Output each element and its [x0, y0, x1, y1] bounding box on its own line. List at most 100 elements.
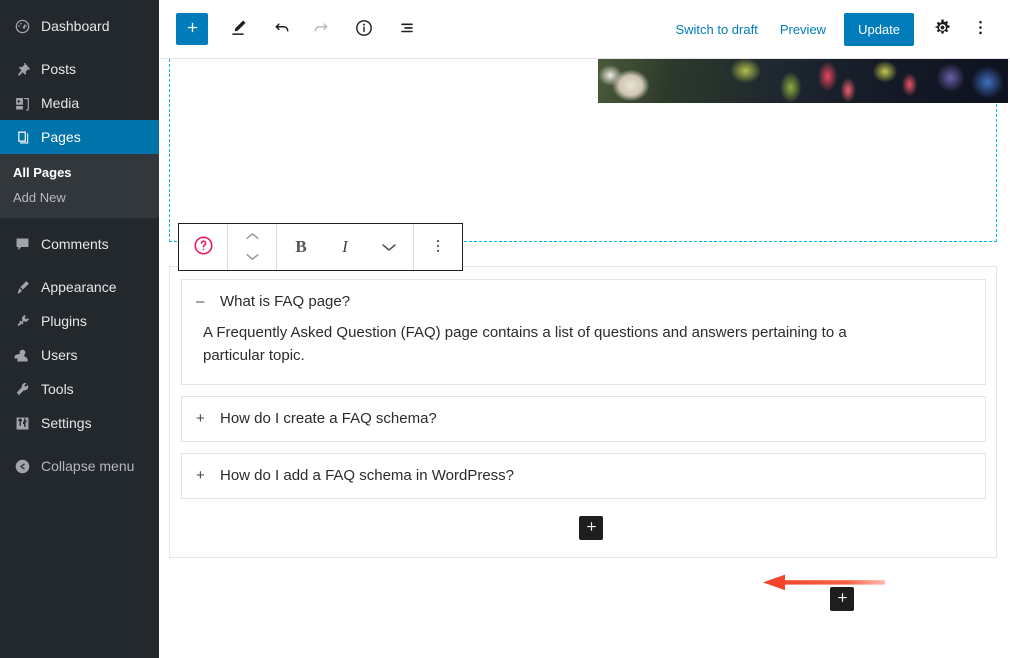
sidebar-spacer [0, 218, 159, 227]
sidebar-collapse-menu[interactable]: Collapse menu [0, 449, 159, 483]
sidebar-spacer [0, 261, 159, 270]
bold-icon: B [295, 237, 306, 257]
settings-gear-button[interactable] [924, 11, 960, 47]
sidebar-top-spacer [0, 0, 159, 9]
block-mover-group [228, 224, 277, 270]
appearance-brush-icon [12, 277, 32, 297]
more-formats-button[interactable] [365, 224, 413, 270]
faq-item[interactable]: + How do I add a FAQ schema in WordPress… [181, 453, 986, 499]
faq-toggle-minus-icon[interactable]: – [196, 293, 213, 311]
faq-item[interactable]: + How do I create a FAQ schema? [181, 396, 986, 442]
block-toolbar: B I [178, 223, 463, 271]
pages-submenu: All Pages Add New [0, 154, 159, 218]
sidebar-collapse-label: Collapse menu [41, 459, 134, 473]
canvas-block-appender-button[interactable] [830, 587, 854, 611]
sidebar-spacer [0, 43, 159, 52]
gear-icon [933, 18, 952, 40]
faq-question-row[interactable]: + How do I create a FAQ schema? [182, 397, 985, 441]
edit-pencil-icon [229, 18, 248, 40]
info-icon [354, 18, 374, 41]
sidebar-item-pages[interactable]: Pages [0, 120, 159, 154]
more-options-button[interactable] [962, 11, 998, 47]
pin-icon [12, 59, 32, 79]
block-mover-buttons[interactable] [228, 224, 276, 270]
editor-top-bar: Switch to draft Preview Update [159, 0, 1010, 59]
edit-pencil-button[interactable] [220, 11, 256, 47]
editor-main: Switch to draft Preview Update [159, 0, 1010, 658]
sidebar-item-appearance[interactable]: Appearance [0, 270, 159, 304]
faq-question-text: How do I add a FAQ schema in WordPress? [220, 467, 514, 485]
sidebar-item-comments[interactable]: Comments [0, 227, 159, 261]
chevron-up-icon[interactable] [245, 228, 260, 246]
text-format-group: B I [277, 224, 414, 270]
top-bar-right-actions: Switch to draft Preview Update [665, 11, 998, 47]
sidebar-item-plugins[interactable]: Plugins [0, 304, 159, 338]
plus-icon [184, 19, 201, 39]
faq-question-text: What is FAQ page? [220, 293, 350, 311]
faq-question-row[interactable]: – What is FAQ page? [182, 280, 985, 321]
block-options-button[interactable] [414, 224, 462, 270]
list-view-icon [398, 18, 418, 41]
nature-coral-image [598, 59, 1008, 103]
submenu-item-add-new[interactable]: Add New [0, 185, 159, 210]
more-options-vertical-icon [971, 18, 990, 40]
admin-sidebar: Dashboard Posts Media Pages All Pages Ad… [0, 0, 159, 658]
sidebar-item-label: Appearance [41, 280, 117, 294]
faq-toggle-plus-icon[interactable]: + [196, 467, 213, 485]
add-block-button[interactable] [176, 13, 208, 45]
undo-button[interactable] [264, 11, 300, 47]
block-type-button[interactable] [179, 224, 227, 270]
add-faq-item-button[interactable] [579, 516, 603, 540]
faq-block-container[interactable]: – What is FAQ page? A Frequently Asked Q… [169, 266, 997, 558]
chevron-down-icon[interactable] [245, 248, 260, 266]
wordpress-block-editor: Dashboard Posts Media Pages All Pages Ad… [0, 0, 1010, 658]
annotation-arrow-icon [763, 572, 885, 594]
block-type-group [179, 224, 228, 270]
media-icon [12, 93, 32, 113]
settings-sliders-icon [12, 413, 32, 433]
collapse-arrow-icon [12, 456, 32, 476]
list-view-button[interactable] [390, 11, 426, 47]
faq-items-list: – What is FAQ page? A Frequently Asked Q… [181, 279, 986, 510]
details-info-button[interactable] [346, 11, 382, 47]
faq-question-row[interactable]: + How do I add a FAQ schema in WordPress… [182, 454, 985, 498]
comments-icon [12, 234, 32, 254]
faq-answer-text[interactable]: A Frequently Asked Question (FAQ) page c… [182, 321, 927, 384]
update-button[interactable]: Update [844, 13, 914, 46]
sidebar-item-label: Media [41, 96, 79, 110]
sidebar-spacer [0, 440, 159, 449]
sidebar-item-dashboard[interactable]: Dashboard [0, 9, 159, 43]
faq-question-circle-icon [192, 234, 215, 260]
plus-icon [835, 590, 850, 608]
switch-to-draft-button[interactable]: Switch to draft [665, 14, 767, 45]
sidebar-item-label: Comments [41, 237, 109, 251]
plugins-plug-icon [12, 311, 32, 331]
faq-item[interactable]: – What is FAQ page? A Frequently Asked Q… [181, 279, 986, 385]
sidebar-item-label: Posts [41, 62, 76, 76]
faq-question-text: How do I create a FAQ schema? [220, 410, 437, 428]
sidebar-item-label: Settings [41, 416, 92, 430]
undo-icon [273, 18, 292, 40]
plus-icon [584, 519, 599, 537]
sidebar-item-label: Users [41, 348, 78, 362]
redo-button[interactable] [302, 11, 338, 47]
sidebar-item-users[interactable]: Users [0, 338, 159, 372]
sidebar-item-posts[interactable]: Posts [0, 52, 159, 86]
more-options-vertical-icon [429, 237, 447, 258]
bold-button[interactable]: B [277, 224, 325, 270]
faq-toggle-plus-icon[interactable]: + [196, 410, 213, 428]
tools-wrench-icon [12, 379, 32, 399]
preview-button[interactable]: Preview [770, 14, 836, 45]
dashboard-icon [12, 16, 32, 36]
sidebar-item-media[interactable]: Media [0, 86, 159, 120]
sidebar-item-settings[interactable]: Settings [0, 406, 159, 440]
image-block[interactable] [598, 59, 1008, 103]
italic-button[interactable]: I [325, 224, 365, 270]
editor-canvas: B I [159, 59, 1010, 658]
submenu-item-all-pages[interactable]: All Pages [0, 160, 159, 185]
top-bar-left-tools [176, 11, 426, 47]
sidebar-item-tools[interactable]: Tools [0, 372, 159, 406]
sidebar-item-label: Plugins [41, 314, 87, 328]
sidebar-item-label: Dashboard [41, 19, 110, 33]
selected-block-outline[interactable] [169, 59, 997, 242]
